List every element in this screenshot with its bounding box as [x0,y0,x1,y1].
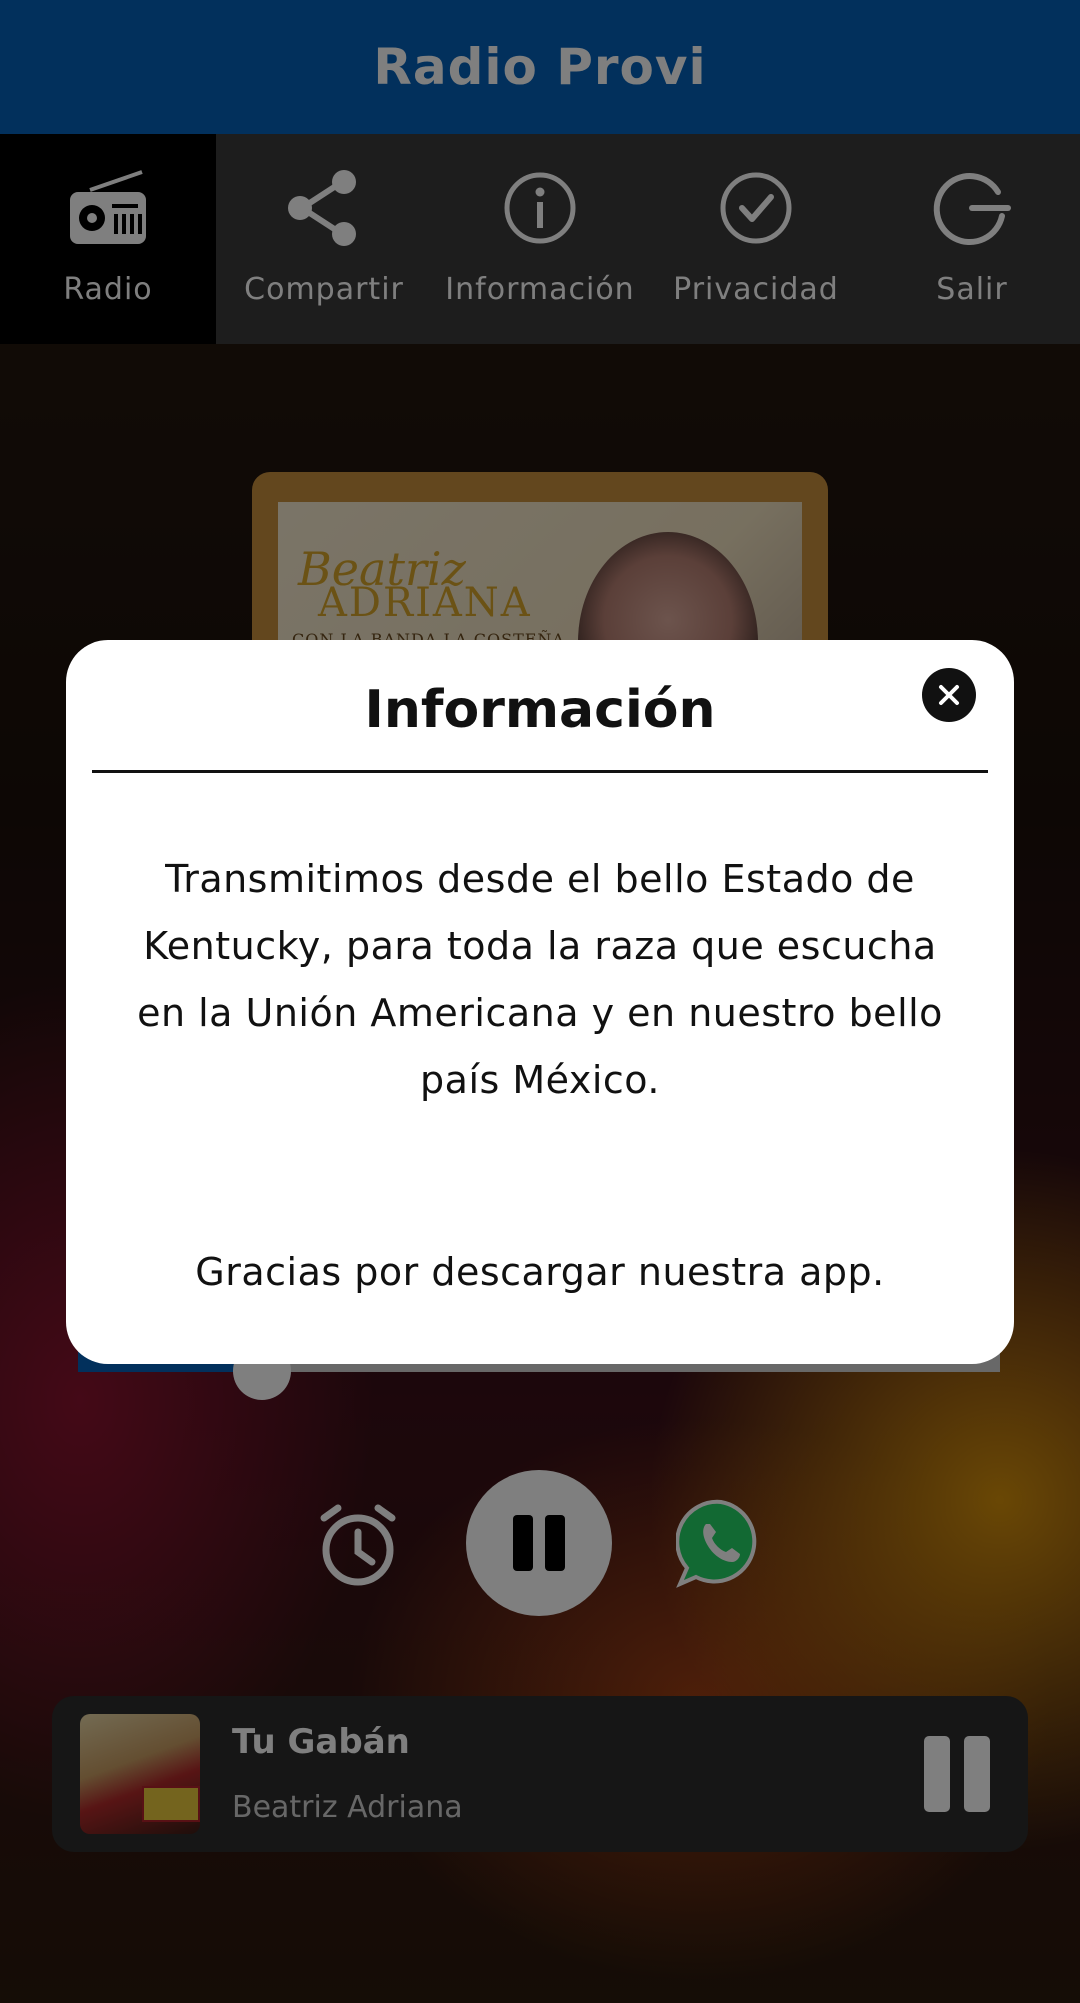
dialog-body-text: Transmitimos desde el bello Estado de Ke… [137,857,943,1102]
info-dialog: Información Transmitimos desde el bello … [66,640,1014,1364]
close-icon [939,685,959,705]
dialog-title: Información [364,680,716,740]
close-button[interactable] [922,668,976,722]
dialog-divider [92,770,988,773]
dialog-thanks-text: Gracias por descargar nuestra app. [195,1250,885,1294]
